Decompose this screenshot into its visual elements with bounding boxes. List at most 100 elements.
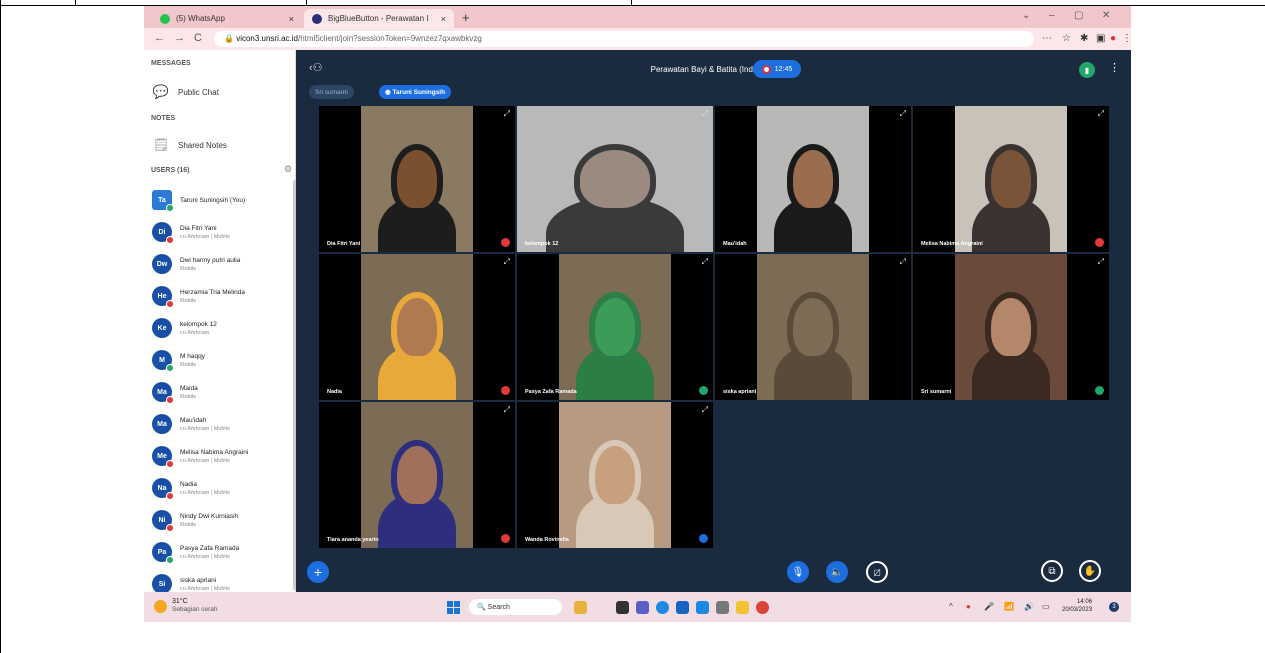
show-hidden-icons[interactable]: ^ — [949, 602, 953, 611]
clock[interactable]: 14:06 20/03/2023 — [1062, 598, 1092, 614]
user-list-item[interactable]: Ta Taruni Suningsih (You) — [152, 185, 292, 215]
actions-button[interactable]: + — [307, 561, 329, 583]
windows-start-icon[interactable] — [447, 601, 460, 614]
video-tile[interactable]: ⤢ Dia Fitri Yani — [319, 106, 515, 252]
fullscreen-icon[interactable]: ⤢ — [504, 405, 510, 415]
fullscreen-icon[interactable]: ⤢ — [702, 109, 708, 119]
close-tab-icon[interactable]: × — [289, 14, 294, 24]
video-tile[interactable]: ⤢ Wanda Rovinelia — [517, 402, 713, 548]
presenter-pill[interactable]: Sri sumarni — [309, 85, 354, 99]
edge-app-icon[interactable] — [656, 601, 669, 614]
back-button[interactable]: ← — [154, 32, 165, 44]
screen-share-button[interactable]: ⧉ — [1041, 560, 1063, 582]
chrome-app-icon[interactable] — [756, 601, 769, 614]
widgets-app-icon[interactable] — [574, 601, 587, 614]
restore-button[interactable]: ▢ — [1074, 10, 1083, 21]
video-tile[interactable]: ⤢ Pasya Zafa Ramada — [517, 254, 713, 400]
user-status-icon — [166, 204, 174, 212]
microphone-button[interactable]: 🎙 — [787, 561, 809, 583]
chat-app-icon[interactable] — [636, 601, 649, 614]
options-menu-icon[interactable]: ⋮ — [1109, 61, 1120, 74]
shared-notes-link[interactable]: 🗒 Shared Notes — [152, 137, 227, 153]
mic-tray-icon[interactable]: 🎤 — [984, 602, 994, 611]
avatar: Me — [152, 446, 174, 468]
close-tab-icon[interactable]: × — [441, 14, 446, 24]
meeting-timer: 12:45 — [774, 65, 793, 73]
video-tile[interactable]: ⤢ Nadia — [319, 254, 515, 400]
fullscreen-icon[interactable]: ⤢ — [702, 257, 708, 267]
video-tile[interactable]: ⤢ kelompok 12 — [517, 106, 713, 252]
meeting-title: Perawatan Bayi & Batita (Indralaya) — [650, 65, 778, 74]
address-bar-row: ← → C 🔒 vicon3.unsri.ac.id/html5client/j… — [144, 28, 1131, 50]
extension-icon[interactable]: ⋯ — [1042, 33, 1052, 44]
file-explorer-icon[interactable] — [736, 601, 749, 614]
tab-search-icon[interactable]: ⌄ — [1022, 10, 1030, 21]
new-tab-button[interactable]: + — [462, 10, 470, 25]
battery-icon[interactable]: ▭ — [1042, 602, 1050, 611]
store-app-icon[interactable] — [676, 601, 689, 614]
lens-app-icon[interactable] — [696, 601, 709, 614]
user-list-item[interactable]: Ke kelompok 12 cu-Webcam — [152, 313, 292, 343]
audio-button[interactable]: 🔈 — [826, 561, 848, 583]
wifi-icon[interactable]: 📶 — [1004, 602, 1014, 611]
fullscreen-icon[interactable]: ⤢ — [702, 405, 708, 415]
user-list-item[interactable]: Di Dia Fitri Yani cu-Webcam | Mobile — [152, 217, 292, 247]
puzzle-icon[interactable]: ✱ — [1080, 33, 1088, 44]
user-list-item[interactable]: Me Melisa Nabima Angraini cu-Webcam | Mobi… — [152, 441, 292, 471]
user-list-item[interactable]: Ni Nindy Dwi Kurniasih Mobile — [152, 505, 292, 535]
forward-button[interactable]: → — [174, 32, 185, 44]
taskbar-search[interactable]: 🔍 Search — [469, 599, 562, 615]
url-field[interactable]: 🔒 vicon3.unsri.ac.id/html5client/join?se… — [214, 31, 1034, 47]
fullscreen-icon[interactable]: ⤢ — [504, 109, 510, 119]
tab-whatsapp[interactable]: (5) WhatsApp × — [152, 9, 302, 28]
clock-date: 20/03/2023 — [1062, 607, 1093, 613]
video-tile[interactable]: ⤢ siska apriani — [715, 254, 911, 400]
profile-icon[interactable]: ● — [1110, 33, 1116, 44]
video-tile[interactable]: ⤢ Tiara ananda yearin — [319, 402, 515, 548]
user-name: Mau'idah — [180, 416, 207, 424]
video-tile[interactable]: ⤢ Mau'idah — [715, 106, 911, 252]
presenter-pill-active[interactable]: ◉ Taruni Suningsih — [379, 85, 452, 99]
user-name: Maida — [180, 384, 198, 392]
fullscreen-icon[interactable]: ⤢ — [504, 257, 510, 267]
scrollbar[interactable] — [293, 180, 296, 590]
user-list-item[interactable]: Dw Dwi hanny putri aulia Mobile — [152, 249, 292, 279]
gear-icon[interactable]: ⚙ — [284, 164, 292, 175]
security-icon[interactable]: ● — [966, 602, 971, 611]
user-list-item[interactable]: Pa Pasya Zafa Ramada cu-Webcam | Mobile — [152, 537, 292, 567]
webcam-feed — [757, 106, 869, 252]
public-chat-link[interactable]: 💬 Public Chat — [152, 84, 219, 100]
close-window-button[interactable]: ✕ — [1102, 10, 1110, 21]
fullscreen-icon[interactable]: ⤢ — [900, 257, 906, 267]
fullscreen-icon[interactable]: ⤢ — [1098, 109, 1104, 119]
connection-status-icon[interactable]: ▮ — [1079, 62, 1095, 78]
video-grid: ⤢ Dia Fitri Yani ⤢ kelompok 12 ⤢ Mau'idah ⤢ Mel… — [319, 106, 1111, 550]
fullscreen-icon[interactable]: ⤢ — [900, 109, 906, 119]
raise-hand-button[interactable]: ✋ — [1079, 560, 1101, 582]
star-icon[interactable]: ☆ — [1062, 33, 1071, 44]
reload-button[interactable]: C — [194, 32, 202, 44]
user-name: Nadia — [180, 480, 197, 488]
minimize-button[interactable]: – — [1049, 10, 1055, 21]
user-list-item[interactable]: Ma Maida Mobile — [152, 377, 292, 407]
user-list-item[interactable]: Ma Mau'idah cu-Webcam | Mobile — [152, 409, 292, 439]
avatar: Ta — [152, 190, 174, 212]
camera-button[interactable]: ▢̸ — [866, 561, 888, 583]
user-list-item[interactable]: He Herzamia Tria Melinda Mobile — [152, 281, 292, 311]
weather-widget[interactable]: 31°C Sebagian cerah — [154, 598, 218, 614]
tab-bigbluebutton[interactable]: BigBlueButton - Perawatan I × — [304, 9, 454, 28]
notification-badge[interactable]: 3 — [1109, 602, 1119, 612]
recording-indicator[interactable]: 12:45 — [753, 60, 801, 78]
user-list-item[interactable]: Na Nadia cu-Webcam | Mobile — [152, 473, 292, 503]
user-list-item[interactable]: M M haqqy Mobile — [152, 345, 292, 375]
camera-app-icon[interactable] — [716, 601, 729, 614]
video-tile[interactable]: ⤢ Melisa Nabima Angraini — [913, 106, 1109, 252]
sidepanel-icon[interactable]: ▣ — [1096, 33, 1105, 44]
user-status-icon — [166, 236, 174, 244]
volume-icon[interactable]: 🔊 — [1024, 602, 1034, 611]
video-tile[interactable]: ⤢ Sri sumarni — [913, 254, 1109, 400]
menu-icon[interactable]: ⋮ — [1122, 33, 1131, 44]
search-label: Search — [487, 603, 510, 611]
task-view-icon[interactable] — [616, 601, 629, 614]
fullscreen-icon[interactable]: ⤢ — [1098, 257, 1104, 267]
